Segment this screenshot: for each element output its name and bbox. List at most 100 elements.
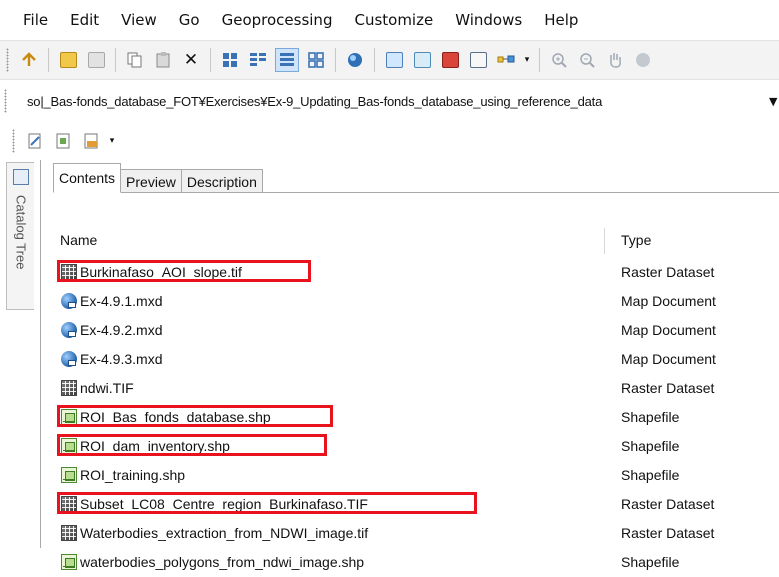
arctoolbox-icon[interactable]: [439, 49, 461, 71]
file-type: Raster Dataset: [621, 525, 715, 541]
details-view-icon[interactable]: [275, 48, 299, 72]
copy-icon[interactable]: [124, 49, 146, 71]
toolbar-separator: [48, 48, 49, 72]
file-name: ROI_training.shp: [80, 467, 186, 483]
toolbar-separator: [539, 48, 540, 72]
file-name: ndwi.TIF: [80, 380, 134, 396]
file-row[interactable]: ROI_training.shp Shapefile: [41, 461, 779, 490]
pan-icon[interactable]: [604, 49, 626, 71]
toolbar-overflow-icon[interactable]: ▾: [108, 130, 116, 152]
standard-toolbar: ✕ ▾: [0, 40, 779, 80]
file-type: Map Document: [621, 322, 716, 338]
paste-icon[interactable]: [152, 49, 174, 71]
large-icons-view-icon[interactable]: [219, 49, 241, 71]
column-header-type[interactable]: Type: [621, 232, 651, 248]
zoom-in-icon[interactable]: [548, 49, 570, 71]
zoom-out-icon[interactable]: [576, 49, 598, 71]
file-name: Ex-4.9.2.mxd: [80, 322, 163, 338]
menu-geoprocessing[interactable]: Geoprocessing: [211, 11, 344, 29]
search-window-icon[interactable]: [411, 49, 433, 71]
shapefile-icon: [61, 467, 77, 483]
new-item-icon[interactable]: [24, 130, 46, 152]
catalog-tree-icon[interactable]: [383, 49, 405, 71]
toolbar-grip[interactable]: [6, 48, 9, 72]
file-row[interactable]: Waterbodies_extraction_from_NDWI_image.t…: [41, 519, 779, 548]
file-row[interactable]: Ex-4.9.3.mxd Map Document: [41, 345, 779, 374]
catalog-contents-panel: Contents Preview Description Name Type B…: [40, 160, 779, 570]
highlight-box: [57, 260, 311, 282]
menu-windows[interactable]: Windows: [444, 11, 533, 29]
python-window-icon[interactable]: [467, 49, 489, 71]
menu-help[interactable]: Help: [533, 11, 589, 29]
shapefile-icon: [61, 554, 77, 570]
file-type: Raster Dataset: [621, 264, 715, 280]
disconnect-folder-icon[interactable]: [85, 49, 107, 71]
file-row[interactable]: ROI_dam_inventory.shp Shapefile: [41, 432, 779, 461]
menu-bar: File Edit View Go Geoprocessing Customize Wind…: [0, 0, 779, 40]
highlight-box: [57, 405, 333, 427]
location-path: so|_Bas-fonds_database_FOT¥Exercises¥Ex-…: [27, 93, 603, 109]
file-type: Raster Dataset: [621, 380, 715, 396]
menu-edit[interactable]: Edit: [59, 11, 110, 29]
file-row[interactable]: ndwi.TIF Raster Dataset: [41, 374, 779, 403]
up-one-level-icon[interactable]: [18, 49, 40, 71]
file-name: Ex-4.9.3.mxd: [80, 351, 163, 367]
file-row[interactable]: ROI_Bas_fonds_database.shp Shapefile: [41, 403, 779, 432]
column-divider[interactable]: [604, 228, 605, 254]
menu-file[interactable]: File: [0, 11, 59, 29]
file-list: Burkinafaso_AOI_slope.tif Raster Dataset E…: [41, 258, 779, 577]
raster-icon: [61, 525, 77, 541]
file-type: Shapefile: [621, 438, 680, 454]
file-type: Shapefile: [621, 554, 680, 570]
thumbnails-view-icon[interactable]: [305, 49, 327, 71]
list-view-icon[interactable]: [247, 49, 269, 71]
tab-divider: [53, 192, 779, 193]
map-document-icon: [61, 351, 77, 367]
menu-view[interactable]: View: [110, 11, 168, 29]
location-dropdown-icon[interactable]: ▼: [769, 95, 777, 108]
file-type: Map Document: [621, 351, 716, 367]
toolbar-separator: [210, 48, 211, 72]
menu-customize[interactable]: Customize: [343, 11, 444, 29]
catalog-tree-tab[interactable]: Catalog Tree: [6, 162, 34, 310]
file-type: Map Document: [621, 293, 716, 309]
toolbar-separator: [374, 48, 375, 72]
file-row[interactable]: Subset_LC08_Centre_region_Burkinafaso.TI…: [41, 490, 779, 519]
column-header-row: Name Type: [41, 228, 779, 254]
overflow-chevron-icon[interactable]: ▾: [523, 49, 531, 71]
file-name: Waterbodies_extraction_from_NDWI_image.t…: [80, 525, 369, 541]
model-builder-icon[interactable]: [495, 49, 517, 71]
launch-arcmap-icon[interactable]: [344, 49, 366, 71]
connect-to-folder-icon[interactable]: [57, 49, 79, 71]
location-bar: so|_Bas-fonds_database_FOT¥Exercises¥Ex-…: [0, 81, 779, 121]
location-toolbar-grip[interactable]: [4, 89, 7, 113]
tab-contents[interactable]: Contents: [53, 163, 122, 193]
tab-description[interactable]: Description: [180, 169, 263, 193]
file-row[interactable]: Ex-4.9.1.mxd Map Document: [41, 287, 779, 316]
highlight-box: [57, 434, 327, 456]
file-toolbar-grip[interactable]: [12, 129, 15, 153]
metadata-icon[interactable]: [80, 130, 102, 152]
file-type: Shapefile: [621, 409, 680, 425]
toolbar-separator: [115, 48, 116, 72]
delete-icon[interactable]: ✕: [180, 49, 202, 71]
raster-icon: [61, 380, 77, 396]
view-tabs: Contents Preview Description: [53, 163, 263, 193]
column-header-name[interactable]: Name: [60, 232, 97, 248]
file-row[interactable]: waterbodies_polygons_from_ndwi_image.shp…: [41, 548, 779, 577]
toolbar-separator: [335, 48, 336, 72]
file-type: Shapefile: [621, 467, 680, 483]
map-document-icon: [61, 322, 77, 338]
tab-preview[interactable]: Preview: [120, 169, 182, 193]
file-row[interactable]: Burkinafaso_AOI_slope.tif Raster Dataset: [41, 258, 779, 287]
location-input[interactable]: so|_Bas-fonds_database_FOT¥Exercises¥Ex-…: [27, 90, 765, 112]
file-row[interactable]: Ex-4.9.2.mxd Map Document: [41, 316, 779, 345]
highlight-box: [57, 492, 477, 514]
menu-go[interactable]: Go: [168, 11, 211, 29]
full-extent-icon[interactable]: [632, 49, 654, 71]
map-document-icon: [61, 293, 77, 309]
item-properties-icon[interactable]: [52, 130, 74, 152]
file-toolbar: ▾: [0, 123, 779, 159]
catalog-tree-tab-label: Catalog Tree: [13, 195, 29, 270]
file-type: Raster Dataset: [621, 496, 715, 512]
